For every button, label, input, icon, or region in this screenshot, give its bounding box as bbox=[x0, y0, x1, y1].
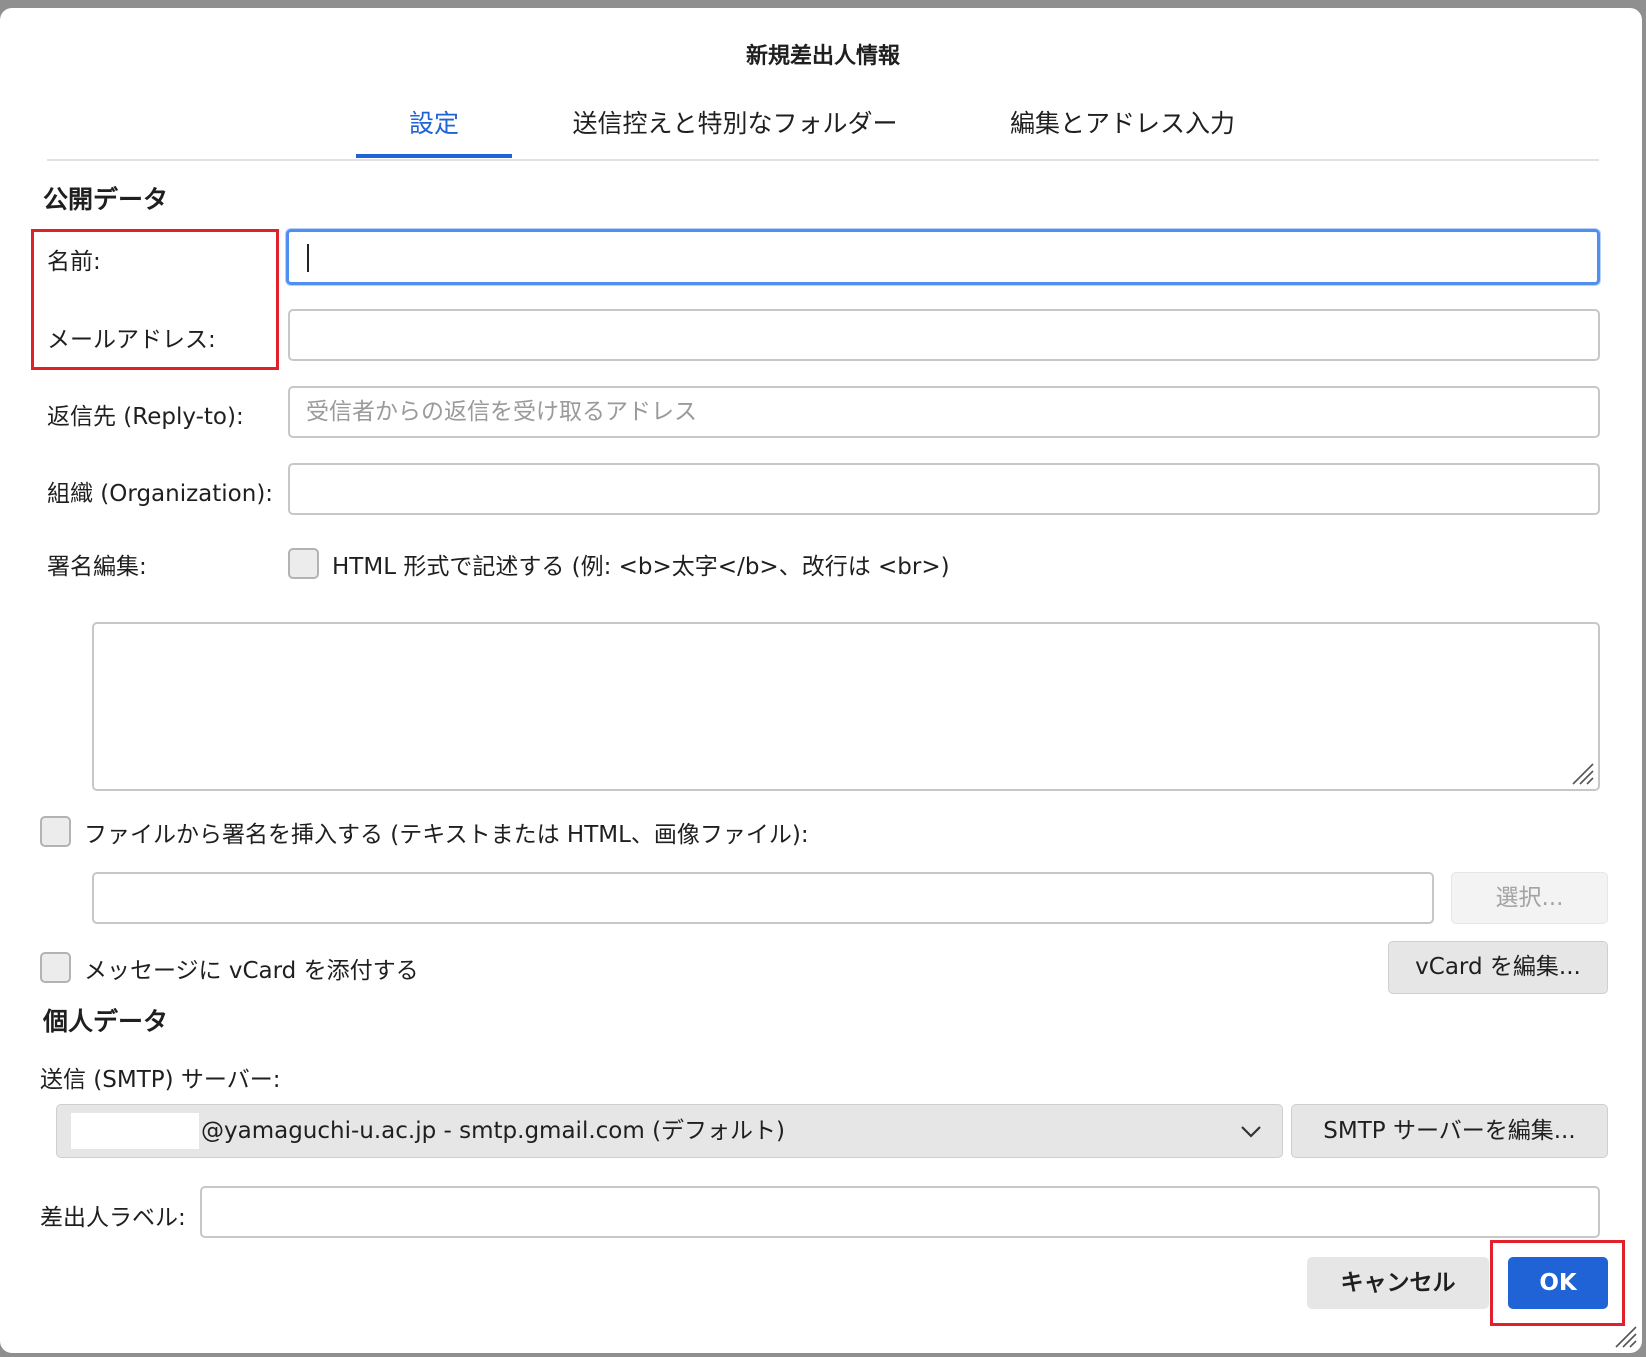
attach-vcard-checkbox[interactable] bbox=[40, 952, 71, 983]
redacted-username bbox=[71, 1113, 199, 1149]
chevron-down-icon bbox=[1241, 1126, 1261, 1138]
file-signature-checkbox[interactable] bbox=[40, 816, 71, 847]
organization-label: 組織 (Organization): bbox=[47, 481, 274, 507]
smtp-label: 送信 (SMTP) サーバー: bbox=[40, 1067, 281, 1093]
tab-divider bbox=[47, 159, 1599, 161]
edit-smtp-button[interactable]: SMTP サーバーを編集... bbox=[1291, 1104, 1608, 1158]
tab-copies-folders[interactable]: 送信控えと特別なフォルダー bbox=[545, 106, 925, 158]
file-signature-checkbox-label: ファイルから署名を挿入する (テキストまたは HTML、画像ファイル): bbox=[84, 822, 809, 848]
tab-composition-addressing[interactable]: 編集とアドレス入力 bbox=[990, 106, 1255, 158]
sender-label-label: 差出人ラベル: bbox=[40, 1205, 186, 1231]
replyto-placeholder: 受信者からの返信を受け取るアドレス bbox=[306, 399, 697, 425]
attach-vcard-checkbox-label: メッセージに vCard を添付する bbox=[84, 958, 419, 984]
signature-textarea[interactable] bbox=[92, 622, 1600, 791]
dialog-title: 新規差出人情報 bbox=[745, 44, 900, 69]
organization-input[interactable] bbox=[288, 463, 1600, 515]
resize-grip-icon[interactable] bbox=[1569, 760, 1595, 786]
tab-settings[interactable]: 設定 bbox=[356, 106, 512, 158]
ok-highlight-box bbox=[1490, 1240, 1625, 1326]
name-input[interactable] bbox=[286, 229, 1600, 285]
active-tab-indicator bbox=[356, 154, 512, 158]
public-data-heading: 公開データ bbox=[43, 185, 169, 214]
signature-file-path-input[interactable] bbox=[92, 872, 1434, 924]
sender-label-input[interactable] bbox=[200, 1186, 1600, 1238]
private-data-heading: 個人データ bbox=[43, 1007, 169, 1036]
html-signature-checkbox-label: HTML 形式で記述する (例: <b>太字</b>、改行は <br>) bbox=[332, 554, 950, 580]
email-input[interactable] bbox=[288, 309, 1600, 361]
replyto-label: 返信先 (Reply-to): bbox=[47, 404, 244, 430]
smtp-selected-value: @yamaguchi-u.ac.jp - smtp.gmail.com (デフォ… bbox=[201, 1118, 786, 1144]
window-resize-grip-icon[interactable] bbox=[1612, 1323, 1638, 1349]
replyto-input[interactable]: 受信者からの返信を受け取るアドレス bbox=[288, 386, 1600, 438]
smtp-server-select[interactable]: @yamaguchi-u.ac.jp - smtp.gmail.com (デフォ… bbox=[56, 1104, 1283, 1158]
text-caret bbox=[307, 244, 309, 272]
signature-label: 署名編集: bbox=[47, 554, 147, 580]
label-highlight-box bbox=[31, 229, 279, 370]
html-signature-checkbox[interactable] bbox=[288, 548, 319, 579]
choose-file-button[interactable]: 選択... bbox=[1451, 872, 1608, 924]
edit-vcard-button[interactable]: vCard を編集... bbox=[1388, 941, 1608, 994]
cancel-button[interactable]: キャンセル bbox=[1307, 1257, 1489, 1309]
